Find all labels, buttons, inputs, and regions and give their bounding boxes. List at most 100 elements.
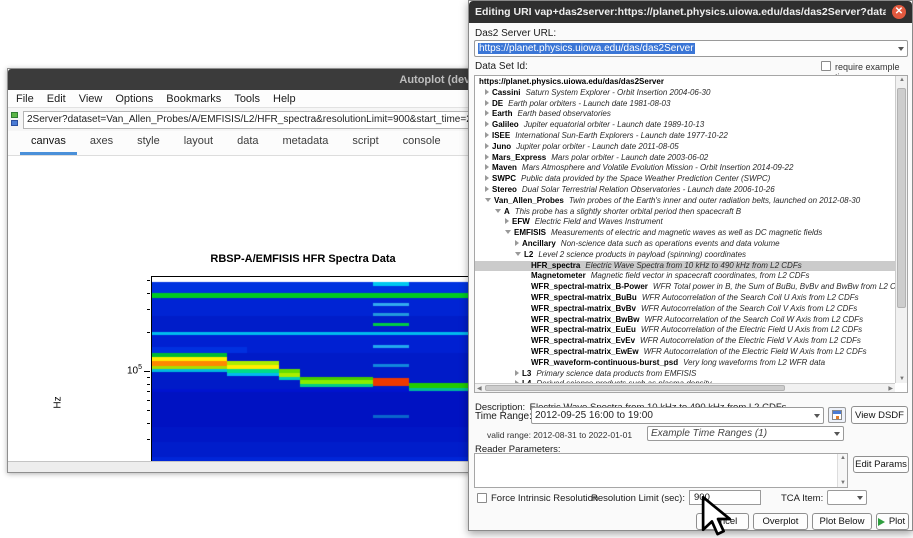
tree-item-isee[interactable]: ISEEInternational Sun-Earth Explorers - … bbox=[475, 131, 895, 142]
plot-button[interactable]: Plot bbox=[876, 513, 909, 530]
calendar-button[interactable] bbox=[828, 407, 846, 423]
tree-item-swpc[interactable]: SWPCPublic data provided by the Space We… bbox=[475, 174, 895, 185]
view-dsdf-button[interactable]: View DSDF bbox=[851, 406, 908, 424]
tab-script[interactable]: script bbox=[341, 131, 389, 155]
tab-canvas[interactable]: canvas bbox=[20, 131, 77, 155]
scroll-down-icon[interactable]: ▼ bbox=[899, 376, 905, 382]
tree-item-wfr-spectral-matrix-bubu[interactable]: WFR_spectral-matrix_BuBuWFR Autocorrelat… bbox=[475, 293, 895, 304]
tree-item-wfr-spectral-matrix-bvbv[interactable]: WFR_spectral-matrix_BvBvWFR Autocorrelat… bbox=[475, 304, 895, 315]
y-minor-tick bbox=[147, 377, 150, 378]
overplot-button[interactable]: Overplot bbox=[753, 513, 808, 530]
tree-item-efw[interactable]: EFWElectric Field and Waves Instrument bbox=[475, 217, 895, 228]
menu-tools[interactable]: Tools bbox=[234, 93, 260, 105]
tree-item-maven[interactable]: MavenMars Atmosphere and Volatile Evolut… bbox=[475, 163, 895, 174]
chevron-right-icon[interactable] bbox=[485, 121, 489, 127]
time-range-value: 2012-09-25 16:00 to 19:00 bbox=[535, 410, 810, 421]
menu-options[interactable]: Options bbox=[115, 93, 153, 105]
example-time-ranges-value: Example Time Ranges (1) bbox=[651, 428, 830, 439]
horizontal-scrollbar[interactable]: ◀ ▶ bbox=[475, 383, 895, 392]
example-time-ranges-combo[interactable]: Example Time Ranges (1) bbox=[647, 426, 844, 441]
tree-item-wfr-waveform-continuous-burst-psd[interactable]: WFR_waveform-continuous-burst_psdVery lo… bbox=[475, 358, 895, 369]
tree-item-desc: Electric Field and Waves Instrument bbox=[535, 217, 663, 226]
dialog-titlebar[interactable]: Editing URI vap+das2server:https://plane… bbox=[469, 1, 912, 23]
tree-item-juno[interactable]: JunoJupiter polar orbiter - Launch date … bbox=[475, 142, 895, 153]
menu-help[interactable]: Help bbox=[273, 93, 296, 105]
chevron-down-icon[interactable] bbox=[505, 230, 511, 234]
tree-item-wfr-spectral-matrix-b-power[interactable]: WFR_spectral-matrix_B-PowerWFR Total pow… bbox=[475, 282, 895, 293]
chevron-down-icon[interactable] bbox=[495, 209, 501, 213]
chevron-right-icon[interactable] bbox=[485, 132, 489, 138]
tree-item-a[interactable]: AThis probe has a slightly shorter orbit… bbox=[475, 207, 895, 218]
vertical-scrollbar[interactable]: ▲ ▼ bbox=[895, 76, 907, 383]
tree-item-stereo[interactable]: StereoDual Solar Terrestrial Relation Ob… bbox=[475, 185, 895, 196]
menu-bookmarks[interactable]: Bookmarks bbox=[166, 93, 221, 105]
chevron-right-icon[interactable] bbox=[485, 164, 489, 170]
y-major-tick bbox=[144, 371, 150, 372]
tree-item-earth[interactable]: EarthEarth based observatories bbox=[475, 109, 895, 120]
tab-style[interactable]: style bbox=[126, 131, 171, 155]
reader-params-textarea[interactable]: ▲ ▼ bbox=[474, 453, 848, 488]
scroll-up-icon[interactable]: ▲ bbox=[840, 455, 846, 461]
chevron-right-icon[interactable] bbox=[485, 154, 489, 160]
chevron-down-icon[interactable] bbox=[898, 47, 904, 51]
chevron-right-icon[interactable] bbox=[515, 370, 519, 376]
chevron-right-icon[interactable] bbox=[485, 186, 489, 192]
tab-console[interactable]: console bbox=[392, 131, 452, 155]
y-minor-tick bbox=[147, 391, 150, 392]
scroll-up-icon[interactable]: ▲ bbox=[899, 77, 905, 83]
chevron-down-icon[interactable] bbox=[814, 414, 820, 418]
tab-data[interactable]: data bbox=[226, 131, 269, 155]
chevron-right-icon[interactable] bbox=[505, 218, 509, 224]
valid-range-label: valid range: 2012-08-31 to 2022-01-01 bbox=[487, 430, 632, 440]
tree-item-desc: Twin probes of the Earth's inner and out… bbox=[569, 196, 860, 205]
tree-item-magnetometer[interactable]: MagnetometerMagnetic field vector in spa… bbox=[475, 271, 895, 282]
tca-item-combo[interactable] bbox=[827, 490, 867, 505]
tree-item-wfr-spectral-matrix-evev[interactable]: WFR_spectral-matrix_EvEvWFR Autocorrelat… bbox=[475, 336, 895, 347]
chevron-right-icon[interactable] bbox=[515, 240, 519, 246]
horizontal-scrollbar-thumb[interactable] bbox=[485, 385, 785, 391]
tree-item-van-allen-probes[interactable]: Van_Allen_ProbesTwin probes of the Earth… bbox=[475, 196, 895, 207]
scroll-right-icon[interactable]: ▶ bbox=[888, 385, 893, 392]
chevron-right-icon[interactable] bbox=[485, 175, 489, 181]
chevron-down-icon[interactable] bbox=[485, 198, 491, 202]
tab-metadata[interactable]: metadata bbox=[272, 131, 340, 155]
chevron-down-icon[interactable] bbox=[834, 432, 840, 436]
tree-item-wfr-spectral-matrix-bwbw[interactable]: WFR_spectral-matrix_BwBwWFR Autocorrelat… bbox=[475, 315, 895, 326]
tab-axes[interactable]: axes bbox=[79, 131, 124, 155]
dialog-title: Editing URI vap+das2server:https://plane… bbox=[475, 6, 886, 18]
server-url-combo[interactable]: https://planet.physics.uiowa.edu/das/das… bbox=[474, 40, 908, 57]
textarea-scrollbar[interactable]: ▲ ▼ bbox=[837, 454, 847, 487]
vertical-scrollbar-thumb[interactable] bbox=[897, 88, 906, 308]
tree-item-hfr-spectra[interactable]: HFR_spectraElectric Wave Spectra from 10… bbox=[475, 261, 895, 272]
tree-item-cassini[interactable]: CassiniSaturn System Explorer - Orbit In… bbox=[475, 88, 895, 99]
chevron-right-icon[interactable] bbox=[485, 110, 489, 116]
require-example-time-checkbox[interactable] bbox=[821, 61, 831, 71]
tree-item-galileo[interactable]: GalileoJupiter equatorial orbiter - Laun… bbox=[475, 120, 895, 131]
tree-item-l2[interactable]: L2Level 2 science products in payload (s… bbox=[475, 250, 895, 261]
tree-item-ancillary[interactable]: AncillaryNon-science data such as operat… bbox=[475, 239, 895, 250]
tree-item-emfisis[interactable]: EMFISISMeasurements of electric and magn… bbox=[475, 228, 895, 239]
plot-below-button[interactable]: Plot Below bbox=[812, 513, 872, 530]
menu-edit[interactable]: Edit bbox=[47, 93, 66, 105]
chevron-down-icon[interactable] bbox=[857, 496, 863, 500]
tree-item-wfr-spectral-matrix-eueu[interactable]: WFR_spectral-matrix_EuEuWFR Autocorrelat… bbox=[475, 325, 895, 336]
time-range-combo[interactable]: 2012-09-25 16:00 to 19:00 bbox=[531, 407, 824, 424]
chevron-down-icon[interactable] bbox=[515, 252, 521, 256]
edit-params-button[interactable]: Edit Params bbox=[853, 456, 909, 473]
tree-item-wfr-spectral-matrix-ewew[interactable]: WFR_spectral-matrix_EwEwWFR Autocorrelat… bbox=[475, 347, 895, 358]
menu-file[interactable]: File bbox=[16, 93, 34, 105]
tree-item-de[interactable]: DEEarth polar orbiters - Launch date 198… bbox=[475, 99, 895, 110]
chevron-right-icon[interactable] bbox=[485, 89, 489, 95]
menu-view[interactable]: View bbox=[79, 93, 103, 105]
scroll-left-icon[interactable]: ◀ bbox=[477, 385, 482, 392]
tree-item-mars-express[interactable]: Mars_ExpressMars polar orbiter - Launch … bbox=[475, 153, 895, 164]
tree-item-l3[interactable]: L3Primary science data products from EMF… bbox=[475, 369, 895, 380]
time-range-label: Time Range: bbox=[475, 411, 532, 422]
scroll-down-icon[interactable]: ▼ bbox=[840, 480, 846, 486]
chevron-right-icon[interactable] bbox=[485, 100, 489, 106]
chevron-right-icon[interactable] bbox=[485, 143, 489, 149]
force-intrinsic-resolution-checkbox[interactable] bbox=[477, 493, 487, 503]
close-icon[interactable]: ✕ bbox=[892, 5, 906, 19]
tab-layout[interactable]: layout bbox=[173, 131, 224, 155]
tree-item-https-planet-physics-uiowa-edu-das-das2server[interactable]: https://planet.physics.uiowa.edu/das/das… bbox=[475, 77, 895, 88]
